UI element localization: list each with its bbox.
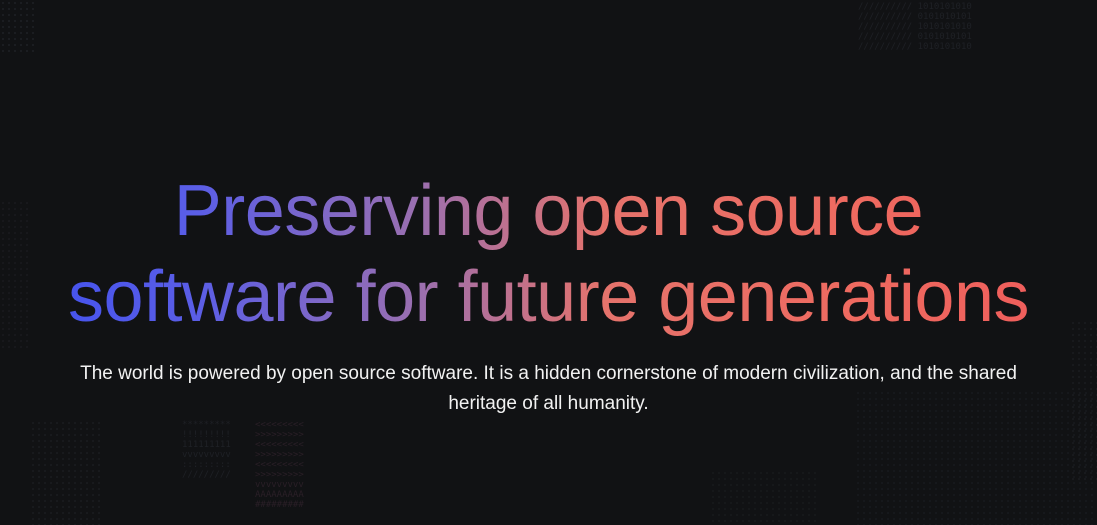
background-pattern-bottom-left: ********* !!!!!!!!! 111111111 vvvvvvvvv … [182, 420, 231, 480]
hero-headline: Preserving open source software for futu… [0, 168, 1097, 340]
background-pattern-top-right: ////////// 1010101010 ////////// 0101010… [858, 2, 972, 52]
hero-subtitle: The world is powered by open source soft… [80, 363, 1017, 414]
background-dots-bottom-center [710, 470, 820, 525]
background-dots-top-left [0, 0, 34, 52]
hero-headline-line-1: Preserving open source [173, 171, 924, 251]
hero-section: Preserving open source software for futu… [0, 168, 1097, 419]
hero-headline-line-2: software for future generations [67, 257, 1030, 337]
background-dots-bottom-left [30, 420, 100, 525]
background-pattern-bottom-left-arrows: <<<<<<<<< >>>>>>>>> <<<<<<<<< >>>>>>>>> … [255, 420, 304, 510]
